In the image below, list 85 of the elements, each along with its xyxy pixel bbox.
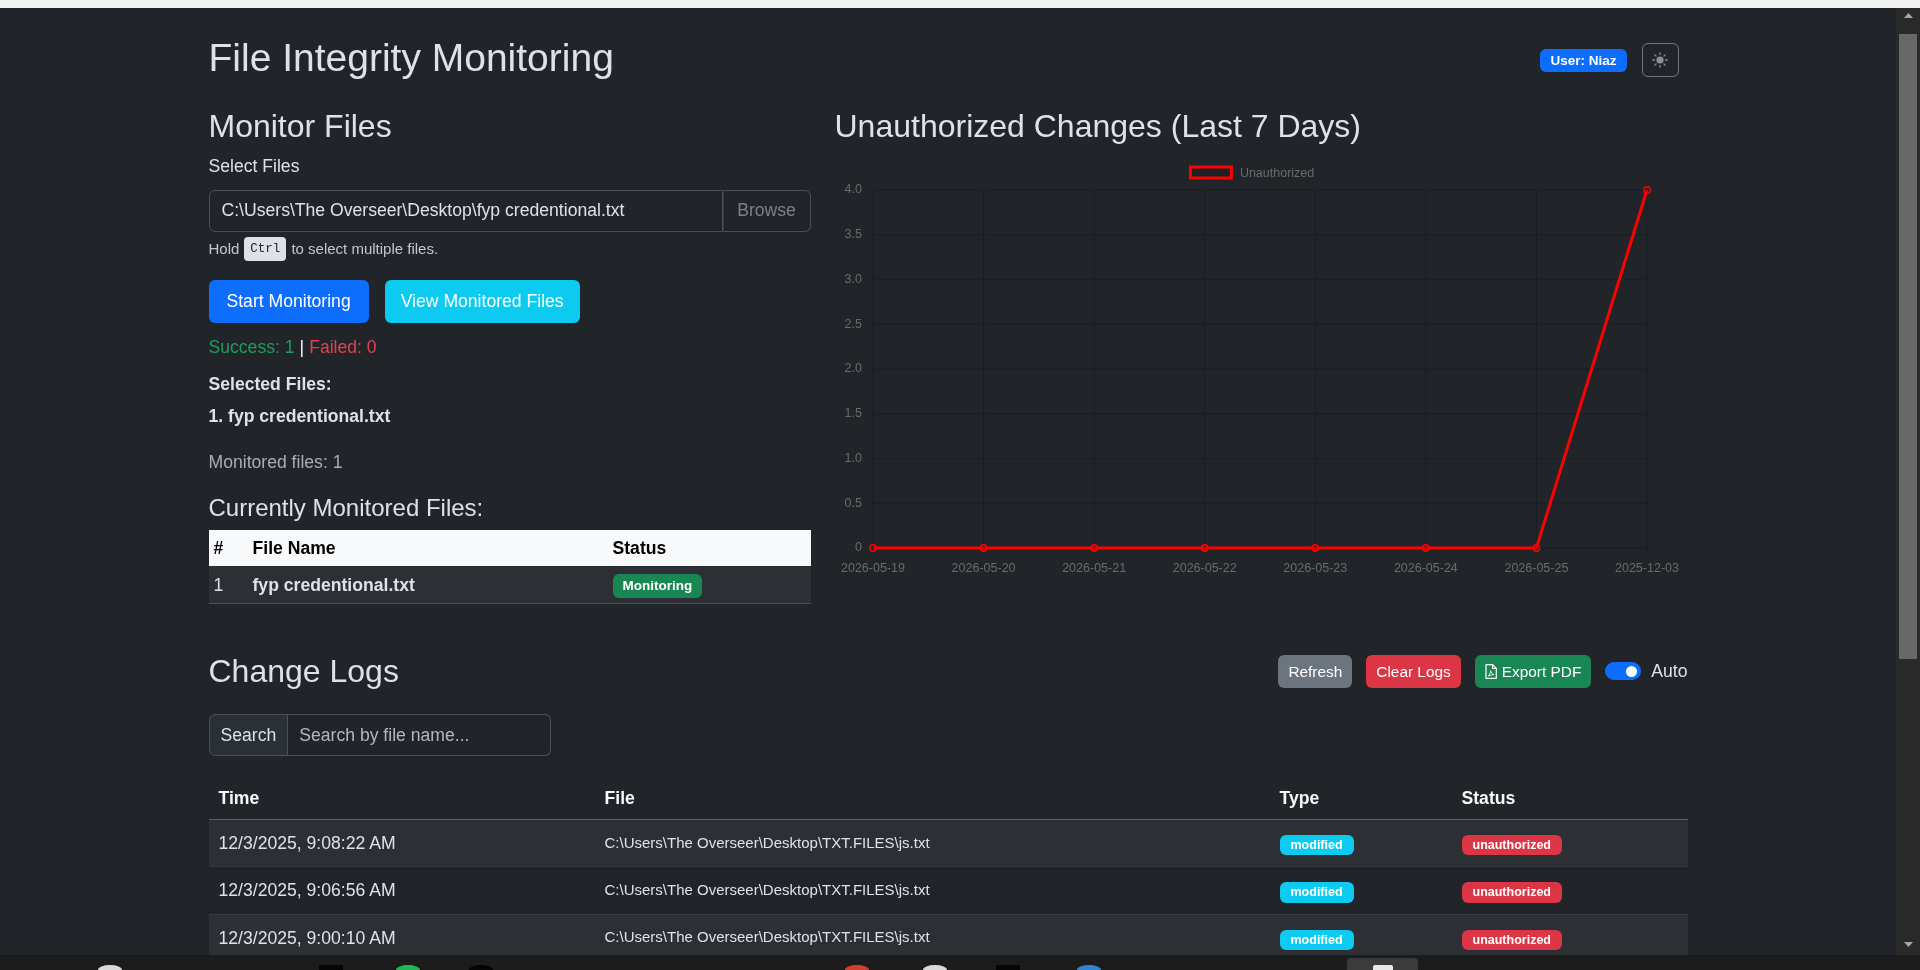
table-cell: C:\Users\The Overseer\Desktop\TXT.FILES\js.txt	[594, 866, 1270, 915]
start-monitoring-button[interactable]: Start Monitoring	[208, 280, 369, 323]
status-badge: unauthorized	[1461, 929, 1562, 951]
taskbar-icon[interactable]	[923, 965, 947, 970]
table-cell: 12/3/2025, 9:08:22 AM	[208, 819, 595, 867]
section-heading: Monitor Files	[208, 106, 393, 146]
axis-label: 3.0	[844, 272, 862, 286]
separator-mark: |	[299, 335, 305, 359]
axis-label: 2.0	[844, 361, 862, 376]
axis-label: 1.5	[844, 406, 862, 421]
column-header: File	[594, 778, 1270, 820]
axis-label: 2026-05-20	[951, 561, 1016, 576]
axis-label: 0.5	[844, 495, 862, 510]
help-text: to select multiple files.	[291, 238, 439, 259]
scrollbar-track[interactable]	[1896, 8, 1920, 955]
user-badge: User: Niaz	[1540, 48, 1627, 73]
column-header: Status	[1451, 778, 1688, 820]
axis-label: 3.5	[844, 227, 862, 242]
column-header: #	[208, 530, 248, 567]
monitored-count: Monitored files: 1	[208, 450, 344, 474]
data-point[interactable]	[1200, 544, 1209, 553]
data-point[interactable]	[1532, 544, 1540, 553]
data-point[interactable]	[1421, 544, 1430, 553]
axis-label: 4.0	[844, 182, 862, 197]
chart-title: Unauthorized Changes (Last 7 Days)	[834, 106, 1362, 146]
success-count: Success: 1	[208, 335, 295, 359]
theme-toggle-button[interactable]	[1641, 43, 1679, 78]
axis-label: 2026-05-24	[1393, 561, 1458, 576]
axis-label: 2025-12-03	[1614, 561, 1679, 576]
axis-label: 2026-05-25	[1503, 561, 1568, 576]
search-field[interactable]: Search by file name...	[288, 714, 551, 757]
axis-label: 2026-05-21	[1061, 561, 1126, 576]
selected-file-item: 1. fyp credentional.txt	[208, 404, 392, 428]
data-point[interactable]	[868, 544, 877, 553]
column-header: File Name	[247, 530, 608, 567]
section-heading: Currently Monitored Files:	[208, 494, 485, 524]
failed-count: Failed: 0	[309, 335, 377, 359]
axis-label: 2026-05-19	[840, 561, 905, 576]
column-header: Time	[208, 778, 595, 820]
taskbar-icon[interactable]	[98, 965, 122, 970]
taskbar-icon[interactable]	[396, 965, 420, 970]
app-title: File Integrity Monitoring	[208, 35, 614, 81]
table-cell: fyp credentional.txt	[247, 566, 608, 604]
search-label: Search	[208, 714, 289, 757]
data-point[interactable]	[1310, 544, 1319, 553]
list-heading: Selected Files:	[208, 373, 333, 397]
axis-label: 0	[854, 540, 862, 555]
column-header: Status	[607, 530, 811, 567]
data-point[interactable]	[979, 544, 987, 553]
table-cell: C:\Users\The Overseer\Desktop\TXT.FILES\js.txt	[594, 819, 1270, 867]
status-badge: unauthorized	[1461, 834, 1562, 856]
export-pdf-button[interactable]: Export PDF	[1474, 654, 1592, 688]
status-badge: Monitoring	[612, 574, 703, 598]
column-header: Type	[1269, 778, 1452, 820]
field-label: Select Files	[208, 155, 301, 179]
clear-logs-button[interactable]: Clear Logs	[1366, 654, 1461, 688]
status-badge: unauthorized	[1461, 882, 1562, 903]
legend-label[interactable]: Unauthorized	[1239, 166, 1314, 180]
file-path-field[interactable]: C:\Users\The Overseer\Desktop\fyp credentional.txt	[208, 189, 723, 232]
taskbar-icon	[1372, 965, 1393, 970]
help-text: Hold	[208, 238, 240, 259]
sun-icon	[1652, 52, 1668, 69]
type-badge: modified	[1279, 882, 1354, 903]
type-badge: modified	[1279, 929, 1354, 951]
table-cell: 1	[208, 566, 248, 604]
data-point[interactable]	[1642, 186, 1651, 195]
document-icon	[1484, 663, 1497, 679]
refresh-button[interactable]: Refresh	[1278, 654, 1353, 688]
type-badge: modified	[1279, 834, 1354, 856]
auto-refresh-switch[interactable]	[1605, 662, 1642, 681]
scroll-up-icon[interactable]	[1903, 13, 1913, 18]
active-app-tile[interactable]	[1347, 958, 1418, 970]
axis-label: 2026-05-23	[1282, 561, 1347, 576]
legend-swatch-icon[interactable]	[1188, 165, 1233, 180]
browse-button[interactable]: Browse	[722, 189, 811, 232]
table-cell: 12/3/2025, 9:06:56 AM	[208, 866, 595, 915]
scrollbar-thumb[interactable]	[1899, 34, 1917, 659]
key-label: Ctrl	[244, 236, 287, 262]
axis-label: 2.5	[844, 316, 862, 331]
axis-label: 2026-05-22	[1172, 561, 1237, 576]
switch-label: Auto	[1651, 659, 1688, 683]
section-heading: Change Logs	[208, 651, 399, 691]
data-point[interactable]	[1089, 544, 1098, 553]
axis-label: 1.0	[844, 451, 862, 465]
scroll-down-icon[interactable]	[1903, 942, 1913, 947]
